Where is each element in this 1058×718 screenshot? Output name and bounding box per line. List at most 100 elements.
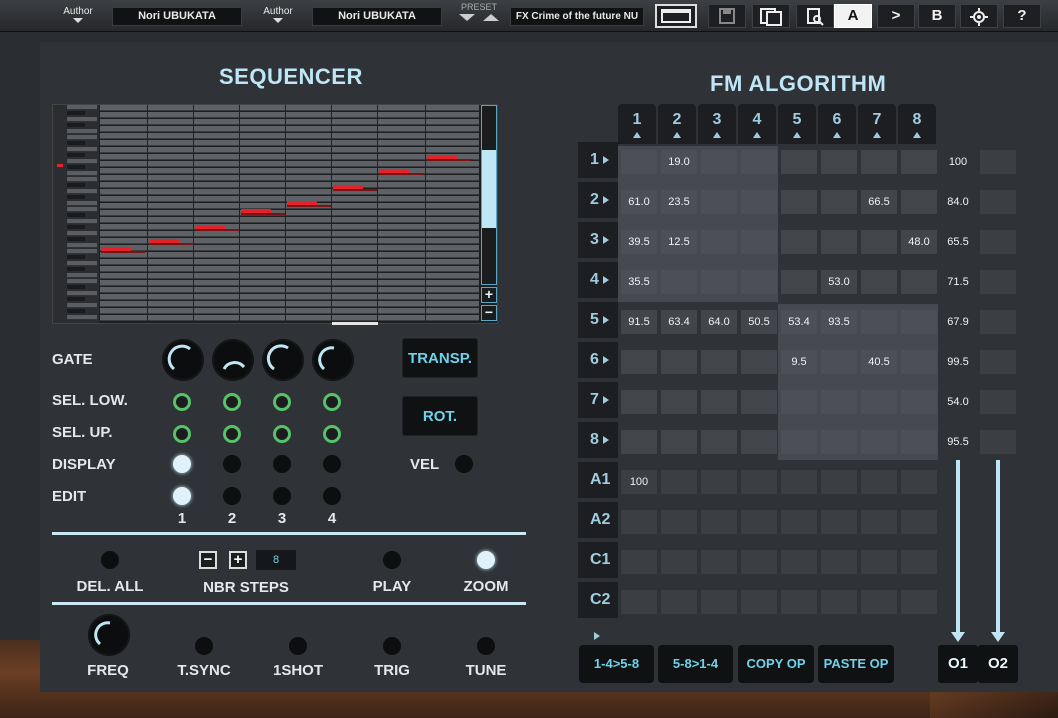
piano-key[interactable]	[67, 159, 97, 164]
matrix-cell[interactable]: 12.5	[661, 230, 697, 254]
author-field-2[interactable]: Nori UBUKATA	[312, 7, 442, 26]
output-1-level[interactable]: 99.5	[940, 350, 976, 374]
edit-toggle-3[interactable]	[273, 487, 291, 505]
matrix-cell[interactable]	[821, 150, 857, 174]
matrix-cell[interactable]	[741, 270, 777, 294]
output-1-level[interactable]: 54.0	[940, 390, 976, 414]
piano-roll-grid[interactable]	[99, 105, 479, 323]
oneshot-toggle[interactable]	[289, 637, 307, 655]
output-o1-button[interactable]: O1	[938, 645, 978, 683]
vel-toggle[interactable]	[455, 455, 473, 473]
output-2-level[interactable]	[980, 430, 1016, 454]
matrix-cell[interactable]	[901, 590, 937, 614]
output-2-level[interactable]	[980, 270, 1016, 294]
piano-key[interactable]	[67, 153, 85, 157]
piano-key[interactable]	[67, 135, 97, 140]
matrix-cell[interactable]	[741, 550, 777, 574]
author-dropdown-2[interactable]: Author	[258, 6, 298, 26]
transpose-button[interactable]: TRANSP.	[402, 338, 478, 378]
operator-row-header[interactable]: 3	[578, 222, 618, 258]
matrix-cell[interactable]	[701, 150, 737, 174]
matrix-cell[interactable]	[821, 350, 857, 374]
matrix-cell[interactable]: 40.5	[861, 350, 897, 374]
matrix-cell[interactable]	[741, 430, 777, 454]
piano-roll[interactable]: + −	[52, 104, 498, 325]
matrix-cell[interactable]	[821, 510, 857, 534]
matrix-cell[interactable]	[821, 390, 857, 414]
author-dropdown-1[interactable]: Author	[58, 6, 98, 26]
matrix-cell[interactable]	[701, 510, 737, 534]
piano-key[interactable]	[67, 231, 97, 236]
operator-row-header[interactable]: A1	[578, 462, 618, 520]
matrix-cell[interactable]	[701, 270, 737, 294]
matrix-cell[interactable]	[781, 150, 817, 174]
steps-value[interactable]: 8	[256, 550, 296, 570]
zoom-toggle[interactable]	[477, 551, 495, 569]
piano-key[interactable]	[67, 117, 97, 122]
output-1-level[interactable]: 95.5	[940, 430, 976, 454]
gate-knob-1[interactable]	[162, 339, 204, 381]
operator-column-header[interactable]: 4	[738, 104, 776, 144]
output-1-level[interactable]: 84.0	[940, 190, 976, 214]
matrix-cell[interactable]	[821, 590, 857, 614]
piano-key[interactable]	[67, 129, 97, 134]
matrix-cell[interactable]	[741, 390, 777, 414]
sel-up-toggle-1[interactable]	[173, 425, 191, 443]
matrix-cell[interactable]	[821, 230, 857, 254]
piano-key[interactable]	[67, 111, 85, 115]
operator-column-header[interactable]: 3	[698, 104, 736, 144]
matrix-cell[interactable]	[701, 350, 737, 374]
delete-all-toggle[interactable]	[101, 551, 119, 569]
output-2-level[interactable]	[980, 230, 1016, 254]
piano-key[interactable]	[67, 261, 97, 266]
matrix-cell[interactable]: 35.5	[621, 270, 657, 294]
matrix-cell[interactable]	[701, 390, 737, 414]
matrix-cell[interactable]	[901, 390, 937, 414]
matrix-cell[interactable]	[741, 190, 777, 214]
operator-row-header[interactable]: C1	[578, 542, 618, 600]
save-as-button[interactable]	[752, 4, 790, 28]
piano-key[interactable]	[67, 183, 85, 187]
operator-row-header[interactable]: C2	[578, 582, 618, 640]
preset-name-field[interactable]: FX Crime of the future NU	[510, 7, 644, 26]
matrix-cell[interactable]	[661, 270, 697, 294]
edit-toggle-4[interactable]	[323, 487, 341, 505]
matrix-cell[interactable]	[861, 510, 897, 534]
piano-key[interactable]	[67, 291, 97, 296]
matrix-cell[interactable]	[701, 230, 737, 254]
output-1-level[interactable]: 100	[940, 150, 976, 174]
matrix-cell[interactable]: 93.5	[821, 310, 857, 334]
paste-op-button[interactable]: PASTE OP	[818, 645, 894, 683]
output-2-level[interactable]	[980, 190, 1016, 214]
sel-up-toggle-3[interactable]	[273, 425, 291, 443]
matrix-cell[interactable]	[781, 270, 817, 294]
matrix-cell[interactable]	[821, 190, 857, 214]
output-2-level[interactable]	[980, 310, 1016, 334]
piano-key[interactable]	[67, 147, 97, 152]
piano-key[interactable]	[67, 105, 97, 110]
route-1-4-to-5-8-button[interactable]: 1-4>5-8	[579, 645, 654, 683]
matrix-cell[interactable]: 9.5	[781, 350, 817, 374]
zoom-in-button[interactable]: +	[481, 287, 497, 303]
matrix-cell[interactable]	[781, 430, 817, 454]
steps-increment-button[interactable]: +	[229, 551, 247, 569]
piano-key[interactable]	[67, 177, 97, 182]
piano-key[interactable]	[67, 165, 85, 169]
sel-low-toggle-2[interactable]	[223, 393, 241, 411]
operator-row-header[interactable]: 2	[578, 182, 618, 218]
display-toggle-3[interactable]	[273, 455, 291, 473]
matrix-cell[interactable]	[701, 190, 737, 214]
output-2-level[interactable]	[980, 150, 1016, 174]
matrix-cell[interactable]: 48.0	[901, 230, 937, 254]
matrix-cell[interactable]	[621, 390, 657, 414]
preset-next-icon[interactable]	[483, 14, 499, 21]
trig-toggle[interactable]	[383, 637, 401, 655]
gate-knob-4[interactable]	[312, 339, 354, 381]
piano-key[interactable]	[67, 285, 85, 289]
author-field-1[interactable]: Nori UBUKATA	[112, 7, 242, 26]
output-1-level[interactable]: 65.5	[940, 230, 976, 254]
matrix-cell[interactable]	[821, 430, 857, 454]
matrix-cell[interactable]	[861, 230, 897, 254]
piano-key[interactable]	[67, 309, 85, 313]
operator-row-header[interactable]: 8	[578, 422, 618, 458]
